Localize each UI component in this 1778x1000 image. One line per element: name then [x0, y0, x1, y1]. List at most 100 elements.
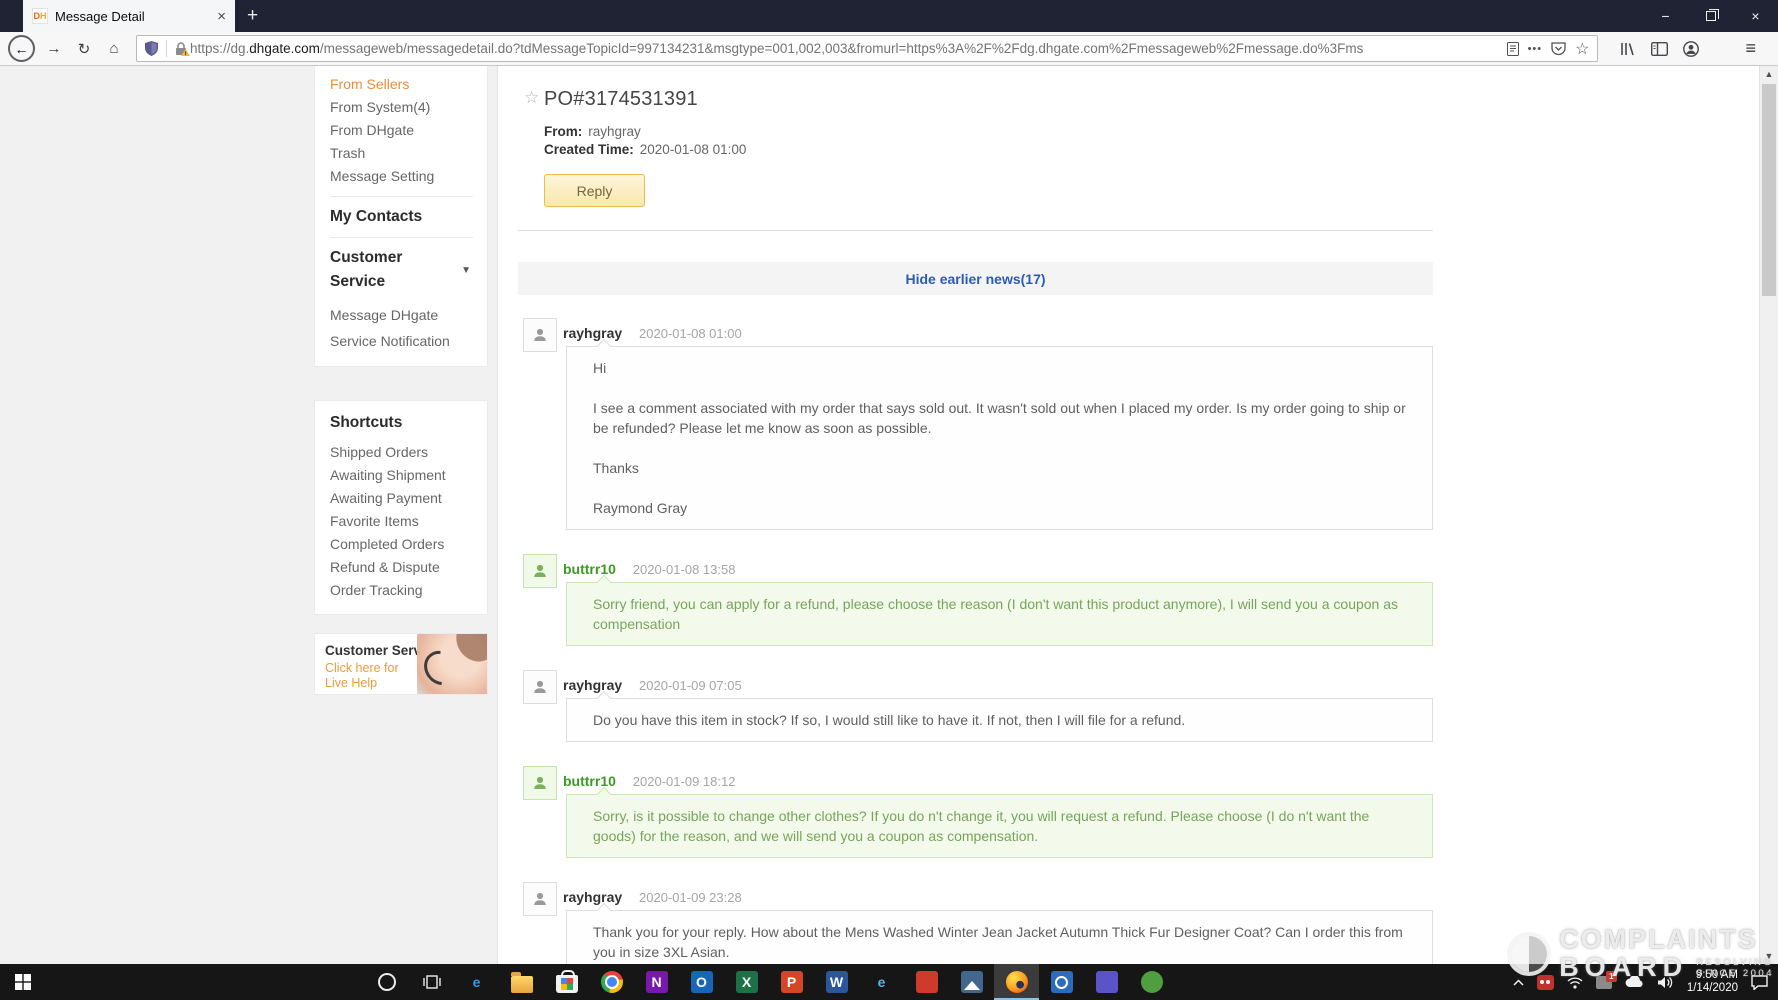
bookmark-star-icon[interactable]: ☆ [1575, 39, 1589, 59]
taskbar-app-icon[interactable]: X [724, 964, 769, 1000]
taskbar-app-icon[interactable]: W [814, 964, 859, 1000]
url-bar[interactable]: https://dg.dhgate.com/messageweb/message… [136, 35, 1598, 62]
favorite-star-icon[interactable]: ☆ [524, 88, 539, 108]
sidebar-shortcut-link[interactable]: Refund & Dispute [330, 556, 487, 579]
taskbar-app-icon[interactable] [589, 964, 634, 1000]
customer-service-heading: Customer Service [330, 246, 461, 294]
close-button[interactable]: × [1733, 0, 1778, 32]
account-icon[interactable] [1683, 41, 1699, 57]
message-username[interactable]: rayhgray [563, 889, 622, 905]
sidebar-cs-link[interactable]: Service Notification [330, 328, 487, 354]
message-paragraph: Sorry, is it possible to change other cl… [593, 806, 1406, 846]
cortana-icon [378, 973, 396, 991]
home-button[interactable]: ⌂ [99, 40, 129, 57]
avatar [523, 766, 557, 800]
minimize-button[interactable]: − [1643, 0, 1688, 32]
browser-tab[interactable]: DH Message Detail × [23, 0, 235, 32]
message-paragraph: Thank you for your reply. How about the … [593, 922, 1406, 962]
screen: DH Message Detail × + − × ← → ↻ ⌂ https:… [0, 0, 1778, 1000]
sidebar-shortcut-link[interactable]: Shipped Orders [330, 441, 487, 464]
action-center-icon[interactable] [1751, 975, 1768, 990]
taskbar-app-icon[interactable] [1039, 964, 1084, 1000]
customer-service-row[interactable]: Customer Service ▼ [330, 246, 487, 294]
chevron-down-icon[interactable]: ▼ [461, 265, 471, 276]
taskbar-app-icon[interactable]: N [634, 964, 679, 1000]
sidebar-shortcut-link[interactable]: Completed Orders [330, 533, 487, 556]
tab-title: Message Detail [55, 9, 210, 24]
sidebar-shortcut-link[interactable]: Order Tracking [330, 579, 487, 602]
my-contacts-heading[interactable]: My Contacts [330, 205, 487, 229]
message-text: Do you have this item in stock? If so, I… [593, 710, 1406, 730]
taskbar-app-icon[interactable] [1084, 964, 1129, 1000]
customer-service-list: Message DHgateService Notification [330, 302, 487, 354]
library-icon[interactable] [1620, 41, 1636, 57]
volume-icon[interactable] [1658, 976, 1674, 989]
sidebar: From SellersFrom System(4)From DHgateTra… [314, 66, 488, 695]
message-timestamp: 2020-01-08 13:58 [633, 562, 736, 577]
customer-service-banner[interactable]: Customer Service Click here for Live Hel… [314, 633, 488, 695]
sidebar-folder-link[interactable]: Message Setting [330, 165, 487, 188]
scroll-down-icon[interactable]: ▼ [1760, 951, 1778, 961]
message-username[interactable]: buttrr10 [563, 773, 616, 789]
page-scrollbar[interactable]: ▲ ▼ [1759, 66, 1778, 964]
taskbar-app-icon[interactable] [904, 964, 949, 1000]
taskbar-app-icon[interactable] [544, 964, 589, 1000]
sidebar-toggle-icon[interactable] [1651, 42, 1668, 56]
earlier-news-bar: Hide earlier news(17) [518, 262, 1433, 295]
reload-button[interactable]: ↻ [69, 40, 99, 58]
message-text: Sorry friend, you can apply for a refund… [593, 594, 1406, 634]
taskbar-app-icon[interactable]: P [769, 964, 814, 1000]
divider [330, 237, 473, 238]
network-icon[interactable] [1567, 976, 1583, 989]
sidebar-shortcut-link[interactable]: Favorite Items [330, 510, 487, 533]
hide-earlier-news-link[interactable]: Hide earlier news(17) [905, 271, 1045, 287]
taskbar-app-icon[interactable]: e [454, 964, 499, 1000]
tracking-shield-icon[interactable] [145, 41, 158, 56]
start-button[interactable] [0, 964, 46, 1000]
shortcuts-heading: Shortcuts [330, 411, 487, 435]
message-username[interactable]: buttrr10 [563, 561, 616, 577]
menu-icon[interactable]: ≡ [1745, 38, 1756, 59]
restore-button[interactable] [1688, 0, 1733, 32]
forward-button[interactable]: → [39, 40, 69, 57]
page-actions-icon[interactable]: ••• [1528, 43, 1543, 55]
sidebar-shortcut-link[interactable]: Awaiting Payment [330, 487, 487, 510]
back-button[interactable]: ← [8, 35, 35, 62]
task-view-button[interactable] [409, 964, 454, 1000]
reader-mode-icon[interactable] [1507, 42, 1519, 56]
taskbar-app-icon[interactable]: O [679, 964, 724, 1000]
sidebar-folder-link[interactable]: From DHgate [330, 119, 487, 142]
message-paragraph: Do you have this item in stock? If so, I… [593, 710, 1406, 730]
taskbar-clock[interactable]: 9:50 AM 1/14/2020 [1687, 969, 1738, 995]
cortana-button[interactable] [364, 964, 409, 1000]
browser-toolbar: ← → ↻ ⌂ https://dg.dhgate.com/messageweb… [0, 32, 1778, 66]
taskbar-app-icon[interactable]: e [859, 964, 904, 1000]
screen-recorder-icon[interactable] [1537, 975, 1554, 990]
avatar [523, 670, 557, 704]
message-username[interactable]: rayhgray [563, 325, 622, 341]
pocket-icon[interactable] [1551, 42, 1566, 56]
message-username[interactable]: rayhgray [563, 677, 622, 693]
tab-close-icon[interactable]: × [217, 9, 226, 24]
scrollbar-thumb[interactable] [1762, 84, 1776, 296]
sidebar-folder-link[interactable]: From Sellers [330, 73, 487, 96]
reply-button[interactable]: Reply [544, 174, 645, 207]
taskbar-app-icon[interactable] [994, 964, 1039, 1000]
new-tab-button[interactable]: + [235, 0, 270, 32]
tray-expand-icon[interactable] [1513, 979, 1524, 986]
taskbar-app-icon[interactable] [949, 964, 994, 1000]
message-bubble: Sorry, is it possible to change other cl… [566, 794, 1433, 858]
taskbar-app-icon[interactable] [1129, 964, 1174, 1000]
sidebar-cs-link[interactable]: Message DHgate [330, 302, 487, 328]
sidebar-folder-link[interactable]: Trash [330, 142, 487, 165]
sidebar-folder-link[interactable]: From System(4) [330, 96, 487, 119]
taskbar-app-icon[interactable] [499, 964, 544, 1000]
scroll-up-icon[interactable]: ▲ [1760, 69, 1778, 79]
lock-warning-icon[interactable] [175, 42, 190, 56]
message-text: HiI see a comment associated with my ord… [593, 358, 1406, 518]
mail-notification-icon[interactable]: 1 [1596, 976, 1612, 989]
onedrive-icon[interactable] [1625, 976, 1645, 988]
message-header: rayhgray 2020-01-09 07:05 [563, 676, 1433, 695]
message-bubble: Sorry friend, you can apply for a refund… [566, 582, 1433, 646]
sidebar-shortcut-link[interactable]: Awaiting Shipment [330, 464, 487, 487]
